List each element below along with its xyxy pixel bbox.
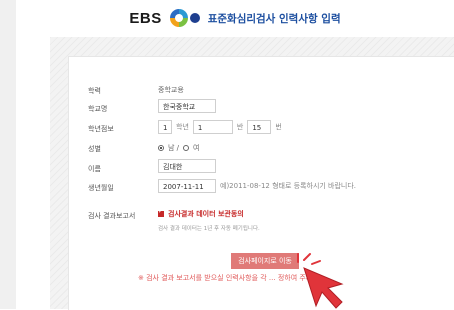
left-gutter [0,0,16,309]
name-input[interactable]: 김대한 [158,159,216,173]
name-label: 이름 [88,165,101,173]
report-label: 검사 결과보고서 [88,212,136,220]
birth-label: 생년월일 [88,184,114,192]
school-field: 한국중학교 [158,99,216,113]
ebs-logo: EBS [129,9,162,27]
school-label: 학교명 [88,105,108,113]
class-info-label: 학년점보 [88,125,114,133]
consent-subtext: 검사 결과 데이터는 1년 후 자동 폐기됩니다. [158,226,260,232]
level-label: 학력 [88,87,101,95]
level-field: 중학교용 [158,85,184,95]
consent-checkbox[interactable] [158,208,164,217]
grade-suffix: 학년 [176,123,189,131]
ebs-logo-icon [169,9,200,27]
birth-field: 2007-11-11 예)2011-08-12 형태로 등록하시기 바랍니다. [158,179,356,193]
gender-field: 남 / 여 [158,143,199,153]
class-input[interactable]: 1 [192,120,233,134]
page-title: 표준화심리검사 인력사항 입력 [207,12,341,25]
gender-male-label: 남 / [168,144,180,152]
class-info-field: 1 학년 1 반 15 번 [158,120,282,134]
go-to-test-button[interactable]: 검사페이지로 이동 [231,253,299,269]
click-cursor-icon [297,253,344,309]
birth-input[interactable]: 2007-11-11 [158,179,216,193]
page-header: EBS 표준화심리검사 인력사항 입력 [16,0,454,36]
consent-field: 검사결과 데이터 보관동의 [158,208,244,219]
consent-label: 검사결과 데이터 보관동의 [168,210,244,218]
number-suffix: 번 [275,123,282,131]
level-value: 중학교용 [158,86,184,94]
number-input[interactable]: 15 [247,120,272,134]
name-field: 김대한 [158,159,216,173]
class-suffix: 반 [236,123,244,131]
gender-male-radio[interactable] [158,145,164,151]
birth-hint: 예)2011-08-12 형태로 등록하시기 바랍니다. [220,182,357,190]
gender-label: 성별 [88,145,101,153]
grade-input[interactable]: 1 [158,120,172,134]
gender-female-label: 여 [193,144,200,152]
school-input[interactable]: 한국중학교 [158,99,216,113]
gender-female-radio[interactable] [183,145,190,151]
